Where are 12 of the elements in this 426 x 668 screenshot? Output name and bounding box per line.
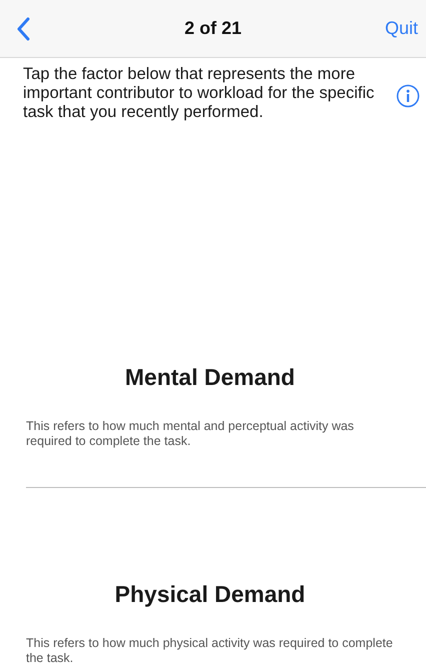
instruction-text: Tap the factor below that represents the more important contributor to workload for the specific task that you recently performed. (23, 65, 376, 122)
factor-title: Physical Demand (114, 580, 306, 608)
page-counter: 2 of 21 (184, 18, 242, 38)
factor-description: This refers to how much mental and perceptual activity was required to complete the task. (26, 419, 355, 449)
factor-title: Mental Demand (125, 363, 295, 391)
info-button[interactable] (396, 84, 420, 108)
factor-option[interactable]: Physical Demand This refers to how much physical activity was required to complete the task. (26, 488, 426, 668)
factor-option[interactable]: Mental Demand This refers to how much mental and perceptual activity was required to complete the task. (26, 271, 426, 488)
factor-description: This refers to how much physical activity was required to complete the task. (26, 636, 394, 666)
info-icon (396, 84, 420, 108)
quit-button[interactable]: Quit (382, 16, 420, 41)
back-icon (16, 16, 30, 40)
